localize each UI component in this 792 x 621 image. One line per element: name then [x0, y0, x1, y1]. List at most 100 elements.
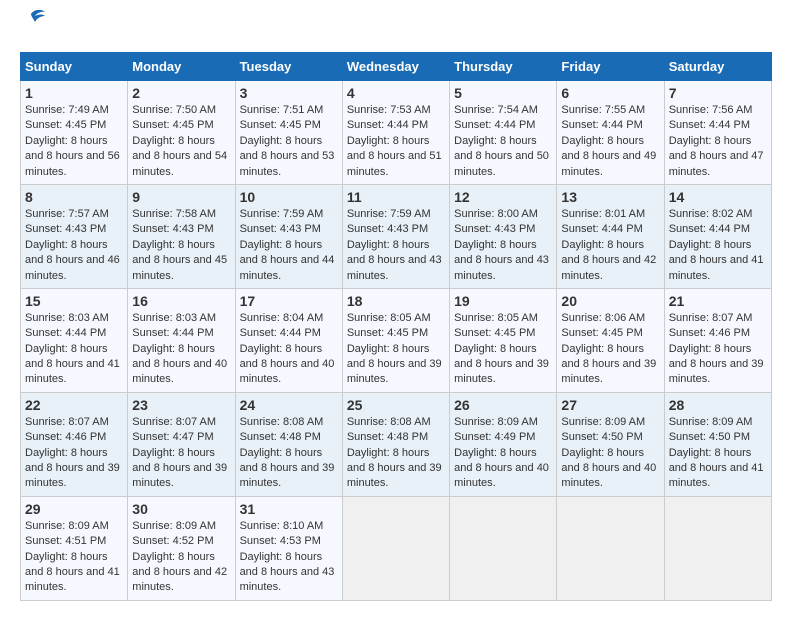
- daylight-label: Daylight: 8 hours: [454, 447, 537, 459]
- sunrise-label: Sunrise: 8:07 AM: [132, 416, 216, 428]
- sunrise-label: Sunrise: 7:57 AM: [25, 208, 109, 220]
- sunset-label: Sunset: 4:44 PM: [561, 223, 642, 235]
- sunrise-label: Sunrise: 7:51 AM: [240, 104, 324, 116]
- calendar-cell: 24 Sunrise: 8:08 AM Sunset: 4:48 PM Dayl…: [235, 392, 342, 496]
- day-number: 22: [25, 397, 123, 413]
- daylight-duration: and 8 hours and 51 minutes.: [347, 150, 442, 177]
- day-number: 12: [454, 189, 552, 205]
- weekday-header-sunday: Sunday: [21, 53, 128, 81]
- daylight-label: Daylight: 8 hours: [25, 135, 108, 147]
- sunrise-label: Sunrise: 8:09 AM: [132, 520, 216, 532]
- daylight-duration: and 8 hours and 43 minutes.: [240, 566, 335, 593]
- daylight-duration: and 8 hours and 44 minutes.: [240, 254, 335, 281]
- sunset-label: Sunset: 4:47 PM: [132, 431, 213, 443]
- daylight-label: Daylight: 8 hours: [25, 343, 108, 355]
- weekday-header-saturday: Saturday: [664, 53, 771, 81]
- sunset-label: Sunset: 4:48 PM: [240, 431, 321, 443]
- daylight-duration: and 8 hours and 41 minutes.: [25, 566, 120, 593]
- calendar-cell: 9 Sunrise: 7:58 AM Sunset: 4:43 PM Dayli…: [128, 184, 235, 288]
- sunrise-label: Sunrise: 8:01 AM: [561, 208, 645, 220]
- daylight-label: Daylight: 8 hours: [561, 239, 644, 251]
- sunrise-label: Sunrise: 7:58 AM: [132, 208, 216, 220]
- day-info: Sunrise: 8:09 AM Sunset: 4:50 PM Dayligh…: [561, 415, 659, 492]
- daylight-duration: and 8 hours and 39 minutes.: [561, 358, 656, 385]
- daylight-label: Daylight: 8 hours: [240, 135, 323, 147]
- daylight-duration: and 8 hours and 41 minutes.: [669, 462, 764, 489]
- calendar-cell: 17 Sunrise: 8:04 AM Sunset: 4:44 PM Dayl…: [235, 288, 342, 392]
- day-info: Sunrise: 8:07 AM Sunset: 4:46 PM Dayligh…: [669, 311, 767, 388]
- daylight-duration: and 8 hours and 49 minutes.: [561, 150, 656, 177]
- daylight-label: Daylight: 8 hours: [240, 343, 323, 355]
- day-info: Sunrise: 8:05 AM Sunset: 4:45 PM Dayligh…: [347, 311, 445, 388]
- day-number: 18: [347, 293, 445, 309]
- sunrise-label: Sunrise: 7:49 AM: [25, 104, 109, 116]
- calendar-cell: 25 Sunrise: 8:08 AM Sunset: 4:48 PM Dayl…: [342, 392, 449, 496]
- sunset-label: Sunset: 4:44 PM: [240, 327, 321, 339]
- sunset-label: Sunset: 4:50 PM: [669, 431, 750, 443]
- sunrise-label: Sunrise: 8:08 AM: [240, 416, 324, 428]
- sunrise-label: Sunrise: 8:09 AM: [669, 416, 753, 428]
- sunrise-label: Sunrise: 8:02 AM: [669, 208, 753, 220]
- sunset-label: Sunset: 4:43 PM: [454, 223, 535, 235]
- day-number: 23: [132, 397, 230, 413]
- calendar-week-5: 29 Sunrise: 8:09 AM Sunset: 4:51 PM Dayl…: [21, 496, 772, 600]
- day-info: Sunrise: 8:00 AM Sunset: 4:43 PM Dayligh…: [454, 207, 552, 284]
- day-number: 26: [454, 397, 552, 413]
- sunset-label: Sunset: 4:51 PM: [25, 535, 106, 547]
- sunrise-label: Sunrise: 8:10 AM: [240, 520, 324, 532]
- daylight-label: Daylight: 8 hours: [454, 239, 537, 251]
- day-info: Sunrise: 8:06 AM Sunset: 4:45 PM Dayligh…: [561, 311, 659, 388]
- daylight-duration: and 8 hours and 39 minutes.: [240, 462, 335, 489]
- calendar-cell: [450, 496, 557, 600]
- day-info: Sunrise: 7:56 AM Sunset: 4:44 PM Dayligh…: [669, 103, 767, 180]
- sunrise-label: Sunrise: 8:00 AM: [454, 208, 538, 220]
- day-number: 11: [347, 189, 445, 205]
- sunrise-label: Sunrise: 7:53 AM: [347, 104, 431, 116]
- day-number: 25: [347, 397, 445, 413]
- daylight-duration: and 8 hours and 39 minutes.: [454, 358, 549, 385]
- sunrise-label: Sunrise: 8:09 AM: [25, 520, 109, 532]
- sunrise-label: Sunrise: 7:55 AM: [561, 104, 645, 116]
- daylight-label: Daylight: 8 hours: [132, 239, 215, 251]
- sunset-label: Sunset: 4:44 PM: [132, 327, 213, 339]
- calendar-cell: 26 Sunrise: 8:09 AM Sunset: 4:49 PM Dayl…: [450, 392, 557, 496]
- daylight-duration: and 8 hours and 41 minutes.: [669, 254, 764, 281]
- calendar-week-4: 22 Sunrise: 8:07 AM Sunset: 4:46 PM Dayl…: [21, 392, 772, 496]
- day-info: Sunrise: 8:03 AM Sunset: 4:44 PM Dayligh…: [132, 311, 230, 388]
- sunrise-label: Sunrise: 7:50 AM: [132, 104, 216, 116]
- day-info: Sunrise: 8:05 AM Sunset: 4:45 PM Dayligh…: [454, 311, 552, 388]
- daylight-label: Daylight: 8 hours: [347, 239, 430, 251]
- day-info: Sunrise: 7:57 AM Sunset: 4:43 PM Dayligh…: [25, 207, 123, 284]
- day-number: 9: [132, 189, 230, 205]
- sunset-label: Sunset: 4:46 PM: [25, 431, 106, 443]
- weekday-header-row: SundayMondayTuesdayWednesdayThursdayFrid…: [21, 53, 772, 81]
- day-number: 14: [669, 189, 767, 205]
- daylight-duration: and 8 hours and 39 minutes.: [132, 462, 227, 489]
- sunrise-label: Sunrise: 8:05 AM: [454, 312, 538, 324]
- daylight-label: Daylight: 8 hours: [454, 135, 537, 147]
- sunset-label: Sunset: 4:45 PM: [25, 119, 106, 131]
- calendar-cell: 5 Sunrise: 7:54 AM Sunset: 4:44 PM Dayli…: [450, 81, 557, 185]
- sunset-label: Sunset: 4:53 PM: [240, 535, 321, 547]
- day-info: Sunrise: 7:49 AM Sunset: 4:45 PM Dayligh…: [25, 103, 123, 180]
- sunrise-label: Sunrise: 7:59 AM: [347, 208, 431, 220]
- calendar-cell: 4 Sunrise: 7:53 AM Sunset: 4:44 PM Dayli…: [342, 81, 449, 185]
- day-info: Sunrise: 8:09 AM Sunset: 4:52 PM Dayligh…: [132, 519, 230, 596]
- day-info: Sunrise: 8:07 AM Sunset: 4:46 PM Dayligh…: [25, 415, 123, 492]
- daylight-duration: and 8 hours and 40 minutes.: [454, 462, 549, 489]
- calendar-cell: 6 Sunrise: 7:55 AM Sunset: 4:44 PM Dayli…: [557, 81, 664, 185]
- day-info: Sunrise: 8:07 AM Sunset: 4:47 PM Dayligh…: [132, 415, 230, 492]
- sunset-label: Sunset: 4:43 PM: [347, 223, 428, 235]
- sunset-label: Sunset: 4:43 PM: [25, 223, 106, 235]
- daylight-label: Daylight: 8 hours: [240, 447, 323, 459]
- calendar-cell: [342, 496, 449, 600]
- calendar-cell: 8 Sunrise: 7:57 AM Sunset: 4:43 PM Dayli…: [21, 184, 128, 288]
- sunrise-label: Sunrise: 8:07 AM: [669, 312, 753, 324]
- daylight-duration: and 8 hours and 39 minutes.: [347, 358, 442, 385]
- daylight-label: Daylight: 8 hours: [561, 135, 644, 147]
- day-info: Sunrise: 7:59 AM Sunset: 4:43 PM Dayligh…: [240, 207, 338, 284]
- calendar-cell: 20 Sunrise: 8:06 AM Sunset: 4:45 PM Dayl…: [557, 288, 664, 392]
- daylight-duration: and 8 hours and 40 minutes.: [132, 358, 227, 385]
- calendar-cell: 11 Sunrise: 7:59 AM Sunset: 4:43 PM Dayl…: [342, 184, 449, 288]
- sunset-label: Sunset: 4:44 PM: [25, 327, 106, 339]
